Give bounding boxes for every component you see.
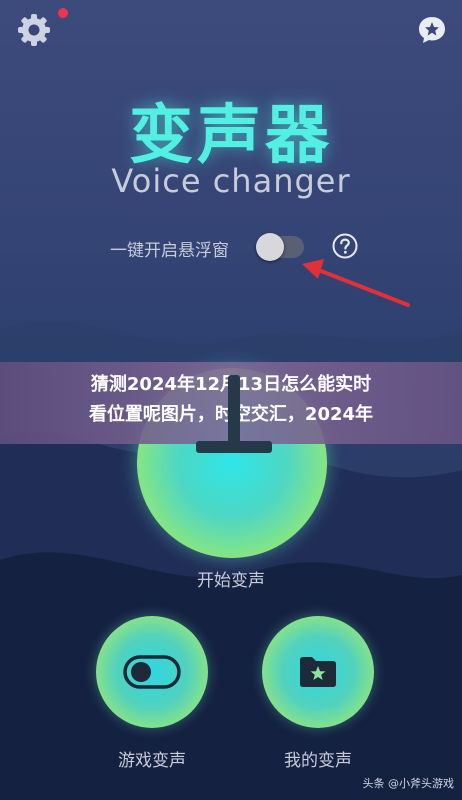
my-voices-button[interactable]: [262, 616, 374, 728]
toggle-switch-icon: [123, 655, 181, 689]
feedback-button[interactable]: [414, 12, 450, 48]
plus-icon: [196, 441, 272, 453]
settings-button[interactable]: [16, 12, 52, 48]
gear-icon: [18, 14, 50, 46]
notification-dot: [58, 8, 68, 18]
toggle-knob: [256, 233, 284, 261]
floating-window-label: 一键开启悬浮窗: [110, 241, 229, 261]
star-speech-bubble-icon: [419, 17, 445, 43]
app-screen: 变声器 Voice changer 一键开启悬浮窗 猜测2024年12月13日怎…: [0, 0, 462, 800]
app-title-english: Voice changer: [111, 162, 351, 200]
start-voice-change-label: 开始变声: [197, 571, 265, 591]
my-voices-label: 我的变声: [284, 751, 352, 771]
game-voice-label: 游戏变声: [118, 751, 186, 771]
folder-star-icon: [300, 657, 336, 687]
game-voice-button[interactable]: [96, 616, 208, 728]
annotation-arrow: [302, 259, 410, 307]
source-watermark: 头条 @小斧头游戏: [362, 777, 455, 790]
